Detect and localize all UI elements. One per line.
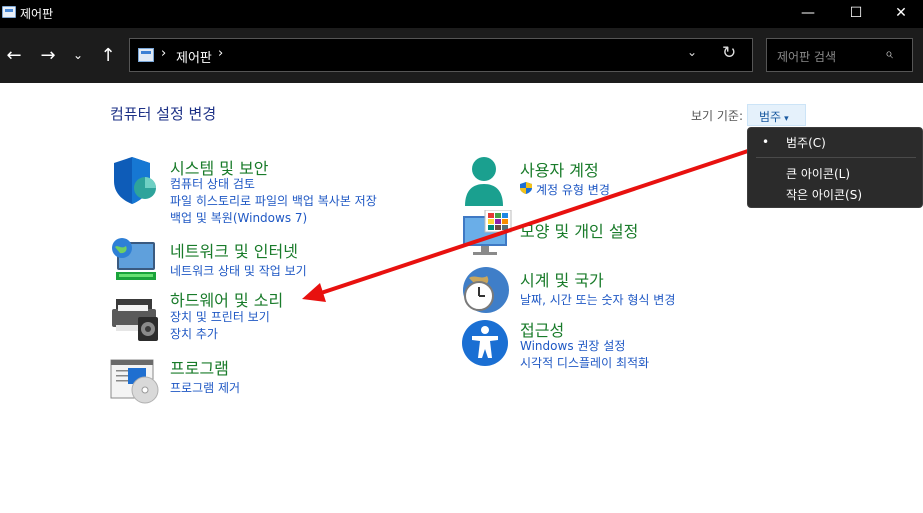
category-title[interactable]: 프로그램: [170, 355, 229, 379]
view-by-label: 보기 기준:: [691, 109, 744, 123]
control-panel-icon: [2, 6, 16, 18]
navigation-bar: ← → ⌄ ↑ › 제어판 › ⌄ ↻ 제어판 검색 ⌕: [0, 28, 923, 83]
category-link[interactable]: 시각적 디스플레이 최적화: [520, 354, 649, 371]
category-link[interactable]: 프로그램 제거: [170, 379, 240, 396]
network-globe-icon[interactable]: [110, 238, 158, 284]
uac-shield-icon: [520, 182, 532, 194]
view-by-dropdown[interactable]: 범주 ▾: [747, 104, 806, 126]
personalization-icon[interactable]: [461, 210, 513, 256]
menu-item-large-icons[interactable]: 큰 아이콘(L): [786, 165, 850, 182]
user-account-icon[interactable]: [461, 156, 509, 206]
back-arrow-icon[interactable]: ←: [2, 43, 26, 67]
close-button[interactable]: ✕: [878, 0, 923, 26]
programs-disc-icon[interactable]: [110, 357, 160, 405]
selected-bullet-icon: •: [762, 135, 770, 149]
category-link[interactable]: 계정 유형 변경: [536, 181, 610, 198]
breadcrumb-separator-icon[interactable]: ›: [161, 46, 166, 61]
menu-divider: [756, 157, 916, 158]
category-link[interactable]: 파일 히스토리로 파일의 백업 복사본 저장: [170, 192, 377, 209]
category-link[interactable]: 장치 추가: [170, 325, 218, 342]
view-by-selected: 범주: [759, 110, 782, 124]
category-link[interactable]: 백업 및 복원(Windows 7): [170, 209, 307, 226]
caret-down-icon: ▾: [784, 114, 789, 124]
category-link[interactable]: 장치 및 프린터 보기: [170, 308, 270, 325]
printer-speaker-icon[interactable]: [110, 295, 160, 349]
title-bar: 제어판 — ☐ ✕: [0, 0, 923, 28]
clock-globe-icon[interactable]: [461, 266, 511, 316]
menu-item-category[interactable]: 범주(C): [786, 134, 826, 151]
forward-arrow-icon[interactable]: →: [36, 43, 60, 67]
breadcrumb-separator-icon[interactable]: ›: [218, 46, 223, 61]
page-title: 컴퓨터 설정 변경: [110, 105, 217, 123]
category-link[interactable]: 날짜, 시간 또는 숫자 형식 변경: [520, 291, 675, 308]
refresh-icon[interactable]: ↻: [722, 43, 736, 63]
category-title[interactable]: 네트워크 및 인터넷: [170, 238, 298, 262]
menu-item-small-icons[interactable]: 작은 아이콘(S): [786, 186, 862, 203]
category-link[interactable]: 컴퓨터 상태 검토: [170, 175, 255, 192]
recent-locations-chevron-icon[interactable]: ⌄: [66, 43, 90, 67]
breadcrumb-control-panel[interactable]: 제어판: [176, 47, 212, 66]
address-bar[interactable]: › 제어판 › ⌄ ↻: [129, 38, 753, 72]
up-arrow-icon[interactable]: ↑: [96, 43, 120, 67]
view-by-menu: • 범주(C) 큰 아이콘(L) 작은 아이콘(S): [747, 127, 923, 208]
shield-icon[interactable]: [110, 155, 158, 205]
window-title: 제어판: [20, 7, 54, 21]
search-input[interactable]: 제어판 검색 ⌕: [766, 38, 913, 72]
category-title[interactable]: 모양 및 개인 설정: [520, 218, 638, 242]
address-history-chevron-icon[interactable]: ⌄: [687, 45, 697, 59]
accessibility-icon[interactable]: [461, 319, 511, 369]
category-title[interactable]: 사용자 계정: [520, 157, 599, 181]
category-title[interactable]: 시계 및 국가: [520, 267, 604, 291]
minimize-button[interactable]: —: [785, 0, 831, 26]
control-panel-icon: [138, 48, 154, 62]
category-link[interactable]: 네트워크 상태 및 작업 보기: [170, 262, 307, 279]
category-link[interactable]: Windows 권장 설정: [520, 337, 625, 354]
search-icon[interactable]: ⌕: [885, 46, 893, 62]
search-placeholder: 제어판 검색: [777, 50, 837, 64]
maximize-button[interactable]: ☐: [833, 0, 879, 26]
